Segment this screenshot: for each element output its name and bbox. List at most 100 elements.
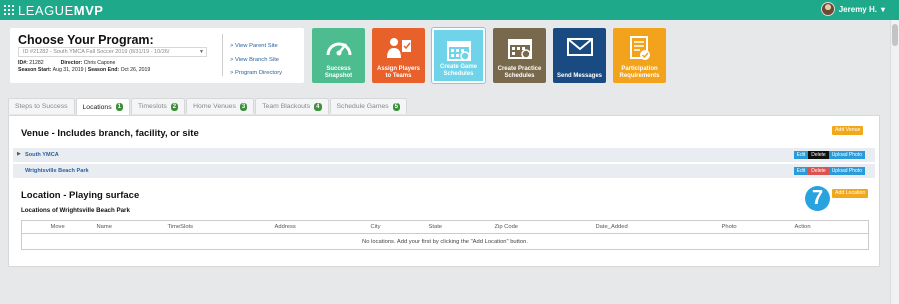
venue-name[interactable]: Wrightsville Beach Park: [25, 168, 89, 174]
program-meta-line-2: Season Start: Aug 31, 2019 | Season End:…: [18, 67, 150, 73]
locations-table: Move Name TimeSlots Address City State Z…: [21, 220, 869, 250]
tile-assign-players[interactable]: Assign Players to Teams: [372, 28, 425, 83]
top-nav-bar: LEAGUEMVP Jeremy H. ▾: [0, 0, 899, 20]
practice-calendar-icon: [507, 36, 533, 60]
program-title: Choose Your Program:: [18, 33, 154, 47]
venue-actions: Edit Delete Upload Photo: [793, 167, 865, 175]
venue-actions: Edit Delete Upload Photo: [793, 151, 865, 159]
program-select[interactable]: ID #21282 - South YMCA Fall Soccer 2019 …: [18, 47, 207, 57]
program-meta-line-1: ID#: 21282 Director: Chris Capone: [18, 60, 115, 66]
scrollbar-thumb[interactable]: [892, 24, 898, 46]
user-name: Jeremy H.: [838, 4, 877, 14]
caret-down-icon: ▼: [199, 49, 204, 55]
delete-venue-button[interactable]: Delete: [808, 151, 829, 159]
season-start-value: Aug 31, 2019: [52, 67, 84, 73]
tab-badge: 2: [170, 102, 179, 111]
table-header-row: Move Name TimeSlots Address City State Z…: [21, 220, 869, 234]
column-header-city[interactable]: City: [367, 220, 426, 234]
divider: [222, 34, 223, 76]
logo-text-bold: MVP: [73, 3, 104, 18]
program-links: > View Parent Site > View Branch Site > …: [230, 40, 282, 81]
tile-label: Create Practice Schedules: [497, 66, 542, 79]
tab-badge: 5: [392, 102, 400, 111]
tile-label: Success Snapshot: [324, 66, 353, 79]
view-branch-site-link[interactable]: > View Branch Site: [230, 54, 282, 68]
calendar-icon: [446, 38, 472, 62]
upload-photo-button[interactable]: Upload Photo: [828, 167, 865, 175]
program-select-value: ID #21282 - South YMCA Fall Soccer 2019 …: [23, 49, 170, 55]
id-value: 21282: [29, 60, 44, 66]
season-start-label: Season Start:: [18, 67, 52, 73]
tile-participation-requirements[interactable]: Participation Requirements: [613, 28, 666, 83]
caret-down-icon: ▾: [880, 4, 885, 14]
tab-badge: 3: [239, 102, 248, 111]
step-number-badge: 7: [805, 186, 830, 211]
season-end-value: Oct 26, 2019: [120, 67, 151, 73]
season-end-label: Season End:: [87, 67, 120, 73]
tile-label: Send Messages: [556, 73, 603, 79]
location-section-title: Location - Playing surface: [21, 190, 140, 201]
tab-label: Steps to Success: [15, 103, 68, 110]
director-value: Chris Capone: [83, 60, 116, 66]
column-header-date-added[interactable]: Date_Added: [592, 220, 719, 234]
app-logo[interactable]: LEAGUEMVP: [18, 3, 103, 18]
tile-label: Participation Requirements: [619, 66, 660, 79]
upload-photo-button[interactable]: Upload Photo: [828, 151, 865, 159]
avatar: [820, 2, 835, 16]
venue-row-south-ymca[interactable]: ▶ South YMCA Edit Delete Upload Photo: [13, 148, 875, 163]
tab-badge: 1: [115, 103, 123, 111]
tab-label: Team Blackouts: [262, 103, 311, 110]
column-header-address[interactable]: Address: [271, 220, 368, 234]
column-header-state[interactable]: State: [425, 220, 492, 234]
tile-label: Create Game Schedules: [439, 64, 478, 77]
column-header-move[interactable]: Move: [47, 220, 94, 234]
tile-create-game-schedules[interactable]: Create Game Schedules: [432, 28, 485, 83]
document-check-icon: [627, 36, 653, 62]
tile-send-messages[interactable]: Send Messages: [553, 28, 606, 83]
column-header-zip-code[interactable]: Zip Code: [491, 220, 593, 234]
venue-name[interactable]: South YMCA: [25, 152, 59, 158]
tab-label: Timeslots: [137, 103, 167, 110]
table-row: No locations. Add your first by clicking…: [21, 233, 869, 250]
step-tabs: Steps to Success Locations 1 Timeslots 2…: [8, 98, 408, 115]
empty-table-message: No locations. Add your first by clicking…: [21, 233, 869, 250]
column-header-timeslots[interactable]: TimeSlots: [164, 220, 272, 234]
column-header-expand: [21, 220, 48, 234]
add-venue-button[interactable]: Add Venue: [832, 126, 864, 135]
program-card: Choose Your Program: ID #21282 - South Y…: [10, 28, 304, 83]
location-subtitle: Locations of Wrightsville Beach Park: [21, 207, 130, 214]
column-header-name[interactable]: Name: [93, 220, 165, 234]
tab-timeslots[interactable]: Timeslots 2: [130, 98, 186, 114]
tab-badge: 4: [314, 102, 322, 111]
tab-label: Schedule Games: [336, 103, 389, 110]
director-label: Director:: [60, 60, 83, 66]
tab-label: Home Venues: [193, 103, 236, 110]
tab-team-blackouts[interactable]: Team Blackouts 4: [255, 98, 329, 114]
tab-locations[interactable]: Locations 1: [75, 98, 130, 115]
id-label: ID#:: [18, 60, 28, 66]
envelope-icon: [566, 36, 594, 58]
delete-venue-button[interactable]: Delete: [808, 167, 829, 175]
venue-row-wrightsville-beach-park[interactable]: Wrightsville Beach Park Edit Delete Uplo…: [13, 164, 875, 179]
tile-create-practice-schedules[interactable]: Create Practice Schedules: [493, 28, 546, 83]
venue-section-title: Venue - Includes branch, facility, or si…: [21, 128, 199, 139]
tab-label: Locations: [82, 103, 112, 111]
page-scrollbar[interactable]: [890, 20, 899, 304]
tile-success-snapshot[interactable]: Success Snapshot: [312, 28, 365, 83]
edit-venue-button[interactable]: Edit: [793, 167, 809, 175]
tab-home-venues[interactable]: Home Venues 3: [186, 98, 255, 114]
program-directory-link[interactable]: > Program Directory: [230, 67, 282, 81]
apps-grid-icon[interactable]: [4, 5, 14, 15]
view-parent-site-link[interactable]: > View Parent Site: [230, 40, 282, 54]
tab-schedule-games[interactable]: Schedule Games 5: [329, 98, 407, 114]
logo-text-light: LEAGUE: [18, 3, 74, 18]
edit-venue-button[interactable]: Edit: [793, 151, 809, 159]
user-menu[interactable]: Jeremy H. ▾: [820, 2, 885, 16]
expand-caret-icon[interactable]: ▶: [17, 151, 21, 157]
add-location-button[interactable]: Add Location: [832, 189, 869, 198]
gauge-icon: [325, 36, 353, 58]
tab-steps-to-success[interactable]: Steps to Success: [8, 98, 75, 114]
column-header-action[interactable]: Action: [791, 220, 869, 234]
tile-label: Assign Players to Teams: [376, 66, 421, 79]
column-header-photo[interactable]: Photo: [718, 220, 792, 234]
